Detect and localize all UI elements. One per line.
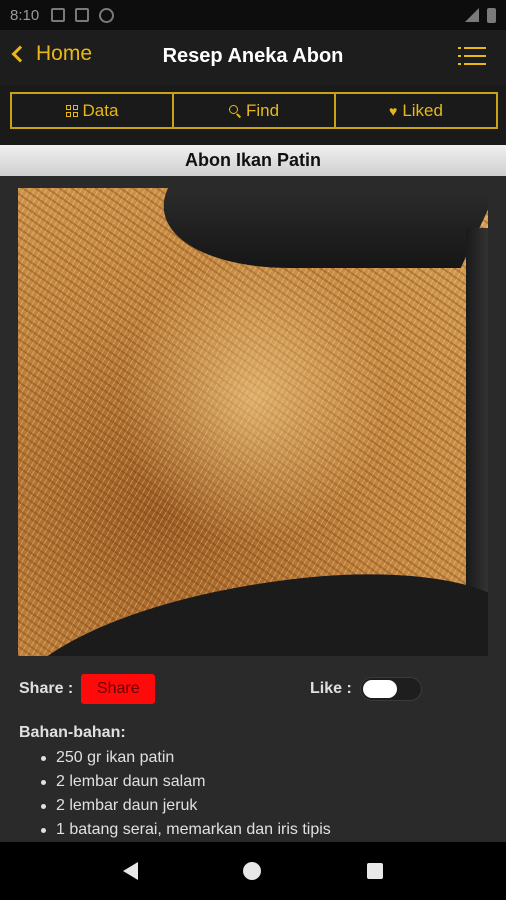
share-label: Share : <box>19 680 74 697</box>
like-row: Like : <box>310 674 422 704</box>
share-row: Share : Share <box>19 674 156 704</box>
signal-icon <box>465 8 479 22</box>
tab-data-label: Data <box>82 100 119 120</box>
recipe-title: Abon Ikan Patin <box>184 150 321 170</box>
recipe-content[interactable]: Share : Share Like : Bahan-bahan: 250 gr… <box>0 176 506 842</box>
nav-recents-icon[interactable] <box>367 863 384 879</box>
like-label: Like : <box>310 680 352 697</box>
tray-edge-top <box>130 188 488 268</box>
grid-icon <box>65 104 78 117</box>
chevron-left-icon <box>11 45 29 63</box>
nav-home-icon[interactable] <box>243 862 262 880</box>
recipe-title-bar: Abon Ikan Patin <box>0 145 506 176</box>
status-time: 8:10 <box>10 6 40 24</box>
sync-icon <box>99 7 115 23</box>
ingredients-heading: Bahan-bahan: <box>19 724 126 741</box>
tab-liked[interactable]: ♥ Liked <box>336 94 496 127</box>
status-bar: 8:10 <box>0 0 506 30</box>
like-toggle[interactable] <box>359 677 422 701</box>
battery-icon <box>487 7 496 23</box>
notification-icon <box>51 8 66 22</box>
like-toggle-knob <box>362 680 397 698</box>
recipe-photo <box>18 188 488 656</box>
share-button[interactable]: Share <box>81 674 156 704</box>
tray-edge-right <box>466 228 488 628</box>
tab-liked-label: Liked <box>402 100 443 120</box>
menu-list-icon[interactable] <box>458 47 486 67</box>
ingredient-item: 1 batang serai, memarkan dan iris tipis <box>41 818 489 842</box>
app-bar: Home Resep Aneka Abon <box>0 30 506 85</box>
status-notification-icons <box>51 7 115 23</box>
tray-edge-bottom <box>18 556 488 656</box>
search-icon <box>228 104 241 117</box>
ingredients-list: 250 gr ikan patin 2 lembar daun salam 2 … <box>19 746 489 842</box>
nav-back-icon[interactable] <box>122 862 138 880</box>
heart-icon: ♥ <box>389 102 398 119</box>
tab-data[interactable]: Data <box>12 94 174 127</box>
ingredients-section: Bahan-bahan: 250 gr ikan patin 2 lembar … <box>19 724 489 842</box>
home-back-button[interactable]: Home <box>10 42 92 66</box>
sd-card-icon <box>75 8 90 22</box>
ingredient-item: 2 lembar daun salam <box>41 770 489 794</box>
tab-find-label: Find <box>245 100 280 120</box>
home-back-label: Home <box>36 42 93 65</box>
ingredient-item: 250 gr ikan patin <box>41 746 489 770</box>
tab-find[interactable]: Find <box>174 94 336 127</box>
system-nav-bar <box>0 842 506 900</box>
tab-bar: Data Find ♥ Liked <box>10 92 498 129</box>
ingredient-item: 2 lembar daun jeruk <box>41 794 489 818</box>
status-system-icons <box>465 7 496 23</box>
